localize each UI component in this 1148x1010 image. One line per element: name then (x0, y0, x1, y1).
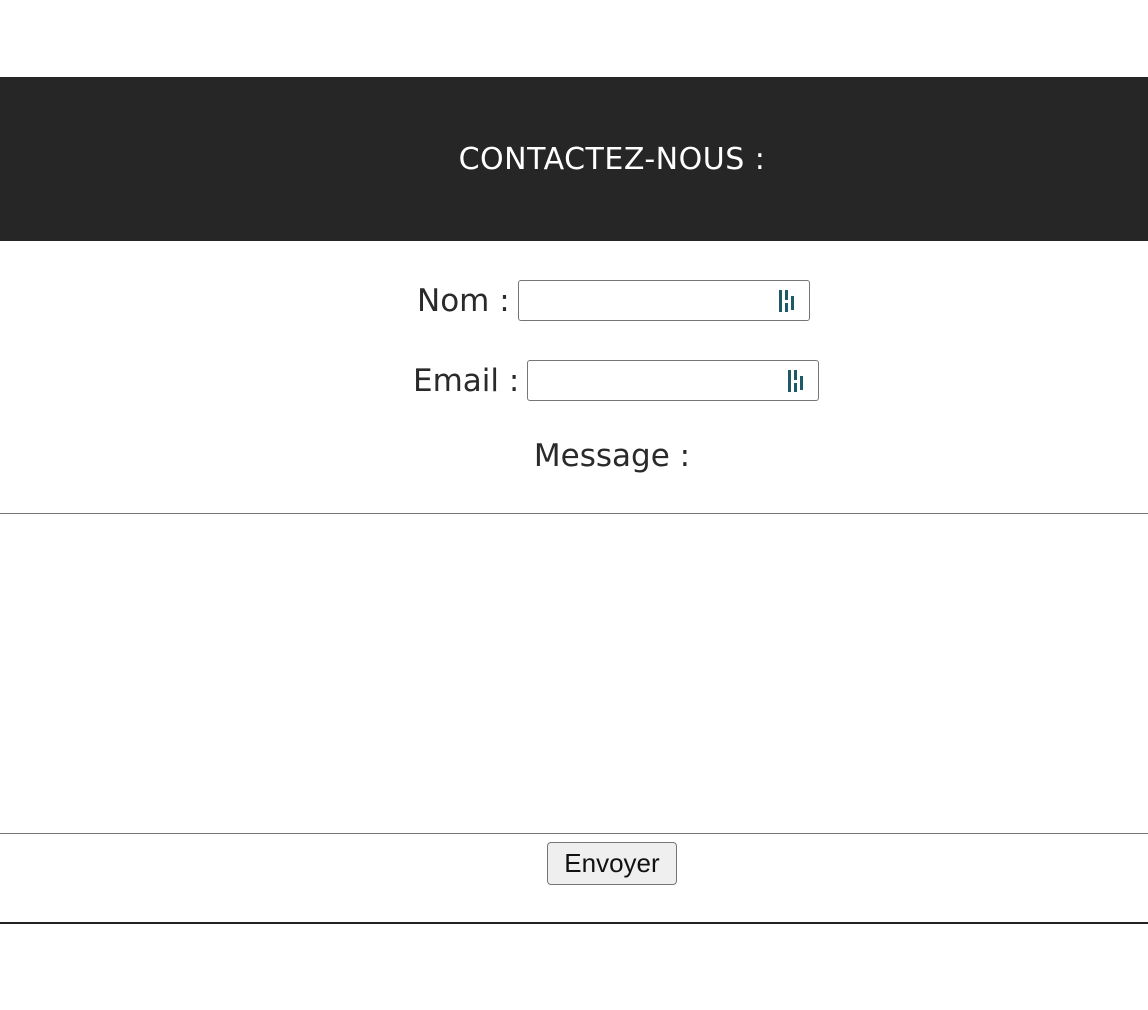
email-field[interactable] (527, 360, 820, 401)
bottom-divider (0, 922, 1148, 924)
page-title: CONTACTEZ-NOUS : (458, 141, 766, 177)
contact-page: CONTACTEZ-NOUS : Nom : Email : Message:… (0, 0, 1148, 1010)
message-area (0, 513, 1148, 834)
password-manager-icon[interactable] (786, 367, 810, 395)
password-manager-icon[interactable] (777, 287, 801, 315)
message-textarea[interactable] (0, 513, 1148, 834)
name-row: Nom : (417, 279, 810, 322)
submit-button[interactable]: Envoyer (547, 842, 677, 885)
email-label: Email : (413, 362, 520, 399)
name-label: Nom : (417, 282, 510, 319)
email-row: Email : (413, 359, 820, 402)
page-header: CONTACTEZ-NOUS : (0, 77, 1148, 241)
name-field[interactable] (517, 280, 810, 321)
message-label: Message : (533, 438, 691, 474)
email-input[interactable] (534, 362, 784, 401)
name-input[interactable] (524, 282, 774, 321)
